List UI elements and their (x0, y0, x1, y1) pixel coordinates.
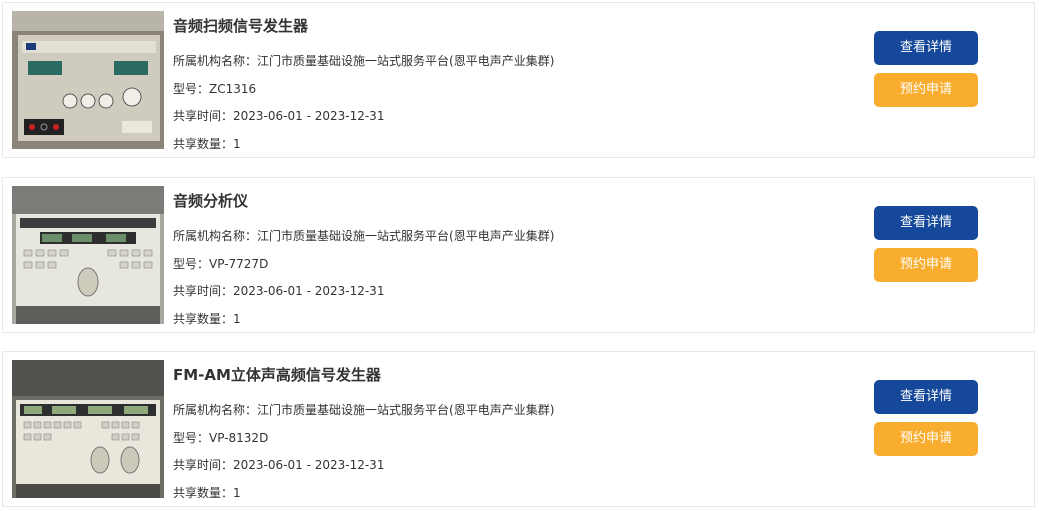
model-row: 型号：ZC1316 (173, 80, 256, 97)
equipment-list: 音频扫频信号发生器 所属机构名称：江门市质量基础设施一站式服务平台(恩平电声产业… (0, 0, 1039, 511)
share-time-row: 共享时间：2023-06-01 - 2023-12-31 (173, 282, 384, 299)
equipment-photo[interactable] (12, 11, 164, 149)
org-value: 江门市质量基础设施一站式服务平台(恩平电声产业集群) (257, 403, 555, 417)
share-qty-row: 共享数量：1 (173, 310, 241, 327)
org-label: 所属机构名称： (173, 403, 258, 417)
model-label: 型号： (173, 257, 210, 271)
share-time-label: 共享时间： (173, 109, 234, 123)
equipment-info: FM-AM立体声高频信号发生器 所属机构名称：江门市质量基础设施一站式服务平台(… (173, 352, 814, 508)
share-qty-row: 共享数量：1 (173, 135, 241, 152)
model-value: VP-7727D (209, 257, 269, 271)
model-value: VP-8132D (209, 431, 269, 445)
view-details-button[interactable]: 查看详情 (874, 31, 978, 65)
model-label: 型号： (173, 82, 210, 96)
share-qty-value: 1 (233, 312, 241, 326)
equipment-card: FM-AM立体声高频信号发生器 所属机构名称：江门市质量基础设施一站式服务平台(… (2, 351, 1035, 507)
share-qty-row: 共享数量：1 (173, 484, 241, 501)
share-time-value: 2023-06-01 - 2023-12-31 (233, 284, 385, 298)
share-qty-label: 共享数量： (173, 312, 234, 326)
equipment-title[interactable]: FM-AM立体声高频信号发生器 (173, 364, 381, 385)
share-time-row: 共享时间：2023-06-01 - 2023-12-31 (173, 107, 384, 124)
model-row: 型号：VP-7727D (173, 255, 268, 272)
org-value: 江门市质量基础设施一站式服务平台(恩平电声产业集群) (257, 229, 555, 243)
org-row: 所属机构名称：江门市质量基础设施一站式服务平台(恩平电声产业集群) (173, 52, 554, 69)
org-label: 所属机构名称： (173, 54, 258, 68)
share-time-value: 2023-06-01 - 2023-12-31 (233, 458, 385, 472)
org-row: 所属机构名称：江门市质量基础设施一站式服务平台(恩平电声产业集群) (173, 401, 554, 418)
share-time-label: 共享时间： (173, 458, 234, 472)
share-time-value: 2023-06-01 - 2023-12-31 (233, 109, 385, 123)
view-details-button[interactable]: 查看详情 (874, 206, 978, 240)
view-details-button[interactable]: 查看详情 (874, 380, 978, 414)
equipment-card: 音频扫频信号发生器 所属机构名称：江门市质量基础设施一站式服务平台(恩平电声产业… (2, 2, 1035, 158)
model-label: 型号： (173, 431, 210, 445)
equipment-title[interactable]: 音频扫频信号发生器 (173, 15, 308, 36)
equipment-info: 音频分析仪 所属机构名称：江门市质量基础设施一站式服务平台(恩平电声产业集群) … (173, 178, 814, 334)
share-qty-value: 1 (233, 137, 241, 151)
equipment-photo[interactable] (12, 360, 164, 498)
share-qty-value: 1 (233, 486, 241, 500)
share-qty-label: 共享数量： (173, 137, 234, 151)
reserve-apply-button[interactable]: 预约申请 (874, 422, 978, 456)
equipment-info: 音频扫频信号发生器 所属机构名称：江门市质量基础设施一站式服务平台(恩平电声产业… (173, 3, 814, 159)
reserve-apply-button[interactable]: 预约申请 (874, 73, 978, 107)
equipment-photo[interactable] (12, 186, 164, 324)
org-row: 所属机构名称：江门市质量基础设施一站式服务平台(恩平电声产业集群) (173, 227, 554, 244)
share-time-row: 共享时间：2023-06-01 - 2023-12-31 (173, 456, 384, 473)
share-time-label: 共享时间： (173, 284, 234, 298)
reserve-apply-button[interactable]: 预约申请 (874, 248, 978, 282)
org-value: 江门市质量基础设施一站式服务平台(恩平电声产业集群) (257, 54, 555, 68)
org-label: 所属机构名称： (173, 229, 258, 243)
share-qty-label: 共享数量： (173, 486, 234, 500)
equipment-card: 音频分析仪 所属机构名称：江门市质量基础设施一站式服务平台(恩平电声产业集群) … (2, 177, 1035, 333)
model-value: ZC1316 (209, 82, 257, 96)
equipment-title[interactable]: 音频分析仪 (173, 190, 248, 211)
model-row: 型号：VP-8132D (173, 429, 268, 446)
